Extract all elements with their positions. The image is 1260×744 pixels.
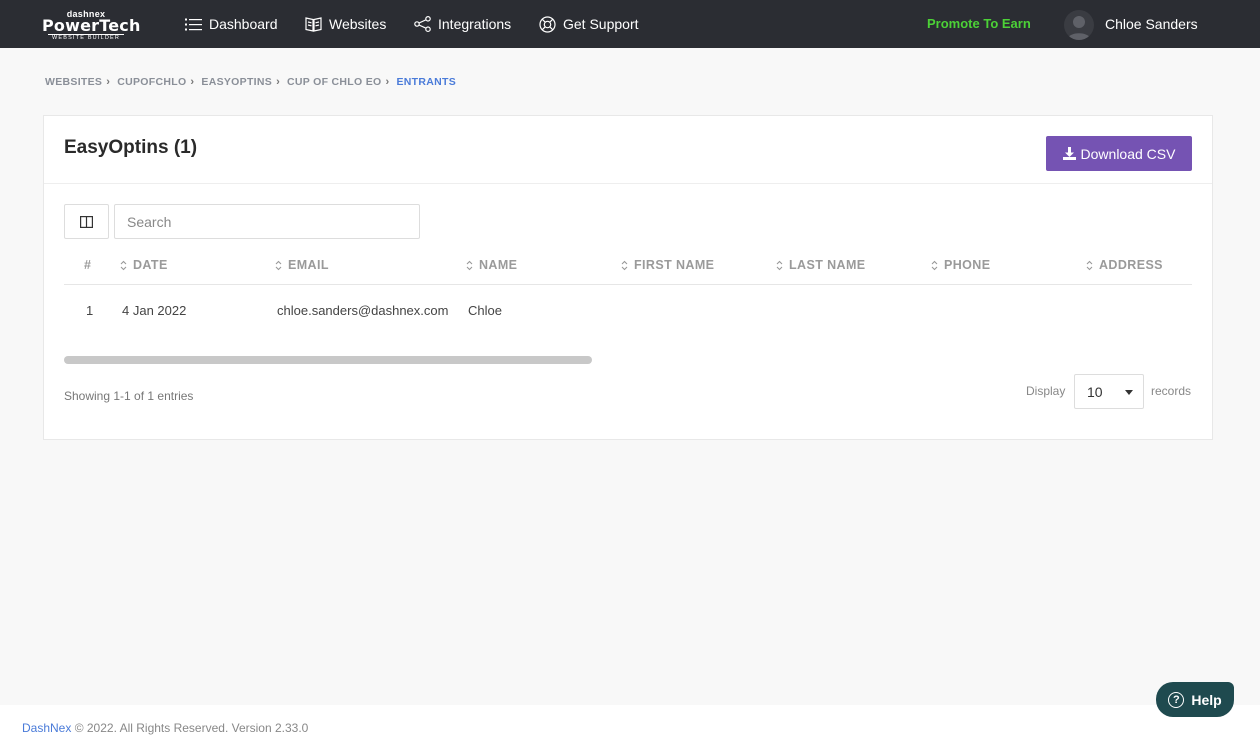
nav-websites-label: Websites: [329, 16, 387, 32]
card-header: EasyOptins (1) Download CSV: [44, 116, 1212, 184]
table-row[interactable]: 1 4 Jan 2022 chloe.sanders@dashnex.com C…: [64, 286, 1192, 334]
column-header-label: LAST NAME: [789, 258, 866, 272]
sort-icon: [931, 260, 938, 270]
column-header-phone[interactable]: PHONE: [931, 258, 990, 272]
lifebuoy-icon: [539, 15, 556, 33]
entries-count: Showing 1-1 of 1 entries: [64, 389, 194, 403]
chevron-right-icon: ›: [385, 76, 390, 88]
chevron-right-icon: ›: [276, 76, 281, 88]
table-header: # DATE EMAIL NAME FIRST NAME LAST NAME P…: [64, 248, 1192, 285]
nav-get-support[interactable]: Get Support: [539, 15, 639, 33]
footer: DashNex © 2022. All Rights Reserved. Ver…: [0, 705, 1260, 744]
user-silhouette-icon: [1067, 16, 1091, 40]
breadcrumb-websites[interactable]: WEBSITES: [45, 76, 102, 88]
sort-icon: [120, 260, 127, 270]
column-header-email[interactable]: EMAIL: [275, 258, 329, 272]
cell-email: chloe.sanders@dashnex.com: [277, 303, 449, 318]
column-header-label: EMAIL: [288, 258, 329, 272]
breadcrumb-cup-of-chlo-eo[interactable]: CUP OF CHLO EO: [287, 76, 381, 88]
footer-text: DashNex © 2022. All Rights Reserved. Ver…: [22, 721, 308, 735]
logo-main-text: PowerTech: [42, 16, 141, 35]
nav-websites[interactable]: Websites: [305, 15, 386, 33]
cell-date: 4 Jan 2022: [122, 303, 187, 318]
column-header-first-name[interactable]: FIRST NAME: [621, 258, 714, 272]
cell-number: 1: [86, 303, 94, 318]
entrants-card: EasyOptins (1) Download CSV # DATE EMAIL…: [43, 115, 1213, 440]
column-toggle-button[interactable]: [64, 204, 109, 239]
sort-icon: [275, 260, 282, 270]
user-avatar[interactable]: [1064, 10, 1094, 40]
book-icon: [305, 17, 322, 32]
records-label: records: [1151, 384, 1192, 398]
footer-brand-link[interactable]: DashNex: [22, 721, 71, 735]
display-label: Display: [1026, 384, 1066, 398]
download-csv-button[interactable]: Download CSV: [1046, 136, 1192, 171]
column-header-name[interactable]: NAME: [466, 258, 517, 272]
breadcrumb: WEBSITES › CUPOFCHLO › EASYOPTINS › CUP …: [45, 76, 456, 88]
column-header-label: NAME: [479, 258, 518, 272]
nav-get-support-label: Get Support: [563, 16, 639, 32]
cell-name: Chloe: [468, 303, 502, 318]
nav-dashboard[interactable]: Dashboard: [185, 15, 278, 33]
help-label: Help: [1191, 691, 1222, 708]
column-header-date[interactable]: DATE: [120, 258, 168, 272]
share-icon: [414, 16, 431, 32]
sort-icon: [776, 260, 783, 270]
download-icon: [1062, 147, 1076, 160]
nav-dashboard-label: Dashboard: [209, 16, 278, 32]
question-icon: ?: [1168, 691, 1185, 708]
horizontal-scrollbar[interactable]: [64, 356, 592, 364]
search-input[interactable]: [114, 204, 420, 239]
records-per-page-value: 10: [1087, 383, 1103, 400]
promote-to-earn-link[interactable]: Promote To Earn: [927, 16, 1031, 31]
breadcrumb-cupofchlo[interactable]: CUPOFCHLO: [117, 76, 186, 88]
chevron-right-icon: ›: [106, 76, 111, 88]
sort-icon: [621, 260, 628, 270]
top-navbar: dashnex PowerTech WEBSITE BUILDER Dashbo…: [0, 0, 1260, 48]
column-header-last-name[interactable]: LAST NAME: [776, 258, 866, 272]
user-name[interactable]: Chloe Sanders: [1105, 16, 1198, 32]
download-csv-label: Download CSV: [1080, 145, 1176, 162]
sort-icon: [466, 260, 473, 270]
column-header-number[interactable]: #: [84, 258, 91, 272]
help-button[interactable]: ? Help: [1156, 682, 1234, 717]
column-header-label: ADDRESS: [1099, 258, 1163, 272]
nav-integrations-label: Integrations: [438, 16, 512, 32]
sort-icon: [1086, 260, 1093, 270]
columns-icon: [80, 215, 93, 228]
breadcrumb-easyoptins[interactable]: EASYOPTINS: [201, 76, 272, 88]
logo-tag-text: WEBSITE BUILDER: [48, 34, 124, 42]
column-header-address[interactable]: ADDRESS: [1086, 258, 1163, 272]
powertech-logo[interactable]: dashnex PowerTech WEBSITE BUILDER: [42, 10, 141, 42]
chevron-right-icon: ›: [190, 76, 195, 88]
nav-integrations[interactable]: Integrations: [414, 15, 511, 33]
records-per-page-select[interactable]: 10: [1074, 374, 1144, 409]
caret-down-icon: [1125, 390, 1133, 395]
page-title: EasyOptins (1): [64, 137, 198, 158]
column-header-label: PHONE: [944, 258, 991, 272]
list-icon: [185, 18, 202, 30]
footer-copyright: © 2022. All Rights Reserved. Version 2.3…: [71, 721, 309, 735]
column-header-label: #: [84, 258, 92, 272]
column-header-label: DATE: [133, 258, 168, 272]
breadcrumb-entrants: ENTRANTS: [396, 76, 457, 88]
column-header-label: FIRST NAME: [634, 258, 715, 272]
